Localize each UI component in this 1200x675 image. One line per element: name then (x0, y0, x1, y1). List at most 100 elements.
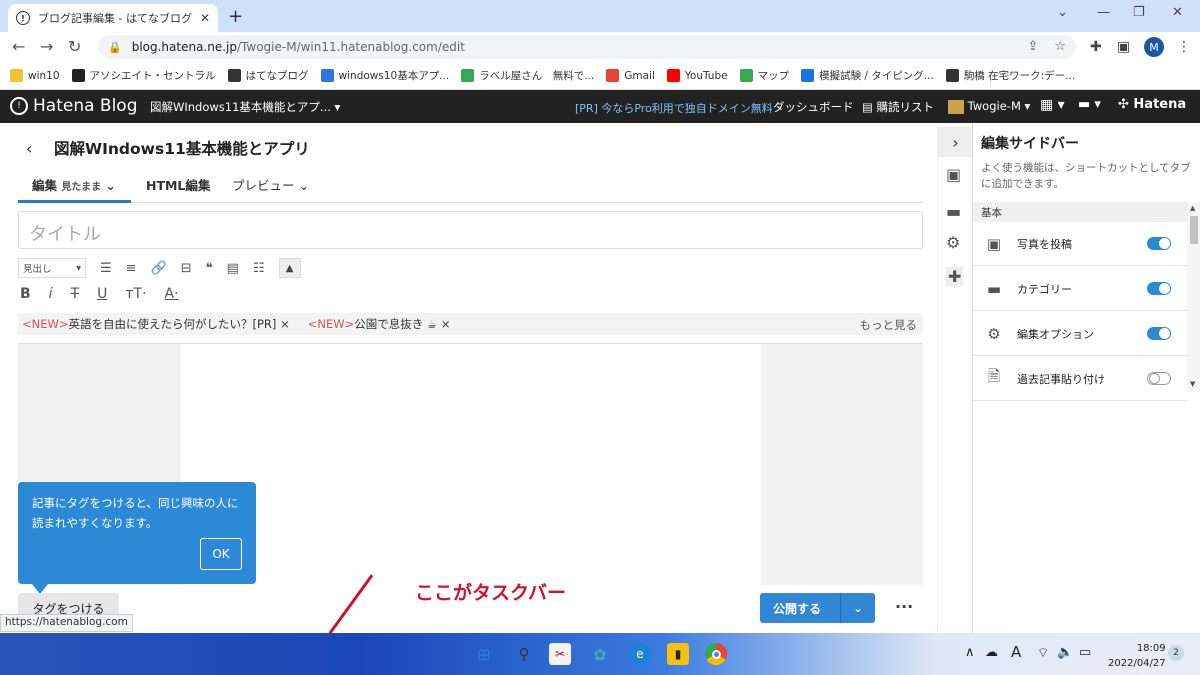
edit-options-toggle[interactable] (1147, 327, 1171, 340)
chrome-icon[interactable] (705, 643, 727, 665)
past-entries-toggle[interactable] (1147, 372, 1171, 385)
snipping-tool-icon[interactable]: ✂ (549, 643, 571, 665)
numbered-list-icon[interactable]: ≡ (126, 261, 137, 276)
back-chevron-icon[interactable]: ‹ (26, 139, 32, 158)
restore-button[interactable]: ❐ (1133, 5, 1145, 20)
link-icon[interactable]: 🔗 (151, 261, 167, 276)
side-panel-icon[interactable]: ▣ (1117, 39, 1130, 55)
tab-search-icon[interactable]: ⌄ (1057, 5, 1068, 20)
minimize-button[interactable]: — (1097, 5, 1110, 20)
heading-select[interactable]: 見出し ▾ (18, 258, 86, 278)
new-tab-button[interactable]: + (228, 6, 243, 27)
bookmark-item[interactable]: win10 (10, 69, 60, 82)
hatena-blog-logo[interactable]: ! Hatena Blog (10, 96, 138, 116)
tab-close-icon[interactable]: ✕ (200, 11, 210, 25)
horizontal-rule-icon[interactable]: ⊟ (181, 261, 192, 276)
folder-icon[interactable]: ▬ (946, 202, 961, 221)
tray-overflow-icon[interactable]: ∧ (965, 645, 975, 660)
gear-icon[interactable]: ⚙ (946, 233, 960, 252)
tab-preview[interactable]: プレビュー ⌄ (232, 175, 309, 194)
collapse-sidebar-chevron-icon[interactable]: › (938, 127, 973, 157)
strikethrough-icon[interactable]: T (71, 286, 80, 302)
bookmark-item[interactable]: YouTube (666, 69, 728, 82)
menu-icon[interactable]: ⋮ (1177, 39, 1191, 55)
bookmark-item[interactable]: ラベル屋さん 無料で... (461, 68, 594, 83)
ime-indicator[interactable]: A (1011, 643, 1021, 661)
notification-badge[interactable]: 2 (1168, 645, 1184, 661)
bookmark-item[interactable]: Gmail (606, 69, 655, 82)
bookmark-item[interactable]: はてなブログ (227, 68, 309, 83)
blog-selector[interactable]: 図解WIndows11基本機能とアプ... ▾ (150, 99, 340, 115)
font-size-icon[interactable]: тT· (125, 286, 146, 302)
forward-icon[interactable]: → (40, 37, 53, 56)
extensions-icon[interactable]: ✚ (1090, 39, 1102, 55)
scroll-down-icon: ▼ (1190, 380, 1196, 388)
paint-icon[interactable]: ✿ (589, 643, 611, 665)
battery-icon[interactable]: ▭ (1079, 645, 1091, 660)
volume-icon[interactable]: 🔈 (1057, 645, 1073, 660)
back-icon[interactable]: ← (12, 37, 25, 56)
sticky-notes-icon[interactable]: ▮ (667, 643, 689, 665)
photo-icon[interactable]: ▣ (946, 165, 961, 184)
cloud-icon[interactable]: ☁ (985, 645, 998, 660)
photo-toggle[interactable] (1147, 237, 1171, 250)
address-bar[interactable]: 🔒 blog.hatena.ne.jp/Twogie-M/win11.haten… (98, 35, 1076, 59)
bold-icon[interactable]: B (20, 286, 31, 302)
sidebar-item-edit-options[interactable]: ⚙ 編集オプション (973, 312, 1187, 356)
more-options-icon[interactable]: ··· (895, 597, 913, 616)
dashboard-link[interactable]: ダッシュボード (773, 99, 854, 115)
category-toggle[interactable] (1147, 282, 1171, 295)
reading-list-link[interactable]: ▤ 購読リスト (862, 99, 934, 115)
title-input[interactable]: タイトル (18, 211, 923, 249)
notification-icon[interactable]: ▬ ▾ (1078, 97, 1101, 112)
more-link[interactable]: もっと見る (860, 317, 918, 333)
bookmark-item[interactable]: アソシエイト・セントラル (71, 68, 216, 83)
editor-body[interactable] (181, 344, 761, 586)
publish-button[interactable]: 公開する ⌄ (760, 593, 875, 623)
bookmark-item[interactable]: 駒橋 在宅ワーク:デー... (945, 68, 1075, 83)
share-icon[interactable]: ⇪ (1027, 39, 1038, 54)
add-tab-icon[interactable]: ✚ (946, 267, 964, 286)
read-more-icon[interactable]: ☷ (253, 261, 265, 276)
hatena-header: ! Hatena Blog 図解WIndows11基本機能とアプ... ▾ [P… (0, 90, 1200, 123)
collapse-toolbar-button[interactable]: ▲ (278, 258, 301, 278)
tab-title: ブログ記事編集 - はてなブログ (38, 12, 192, 25)
table-icon[interactable]: ▤ (227, 261, 239, 276)
bookmark-item[interactable]: 模擬試験 / タイピング... (801, 68, 934, 83)
underline-icon[interactable]: U (97, 286, 107, 302)
bookmark-item[interactable]: windows10基本アプ... (320, 68, 449, 83)
apps-grid-icon[interactable]: ▦ ▾ (1040, 97, 1065, 113)
italic-icon[interactable]: i (49, 286, 53, 302)
text-color-icon[interactable]: A· (165, 286, 179, 302)
sidebar-item-category[interactable]: ▬ カテゴリー (973, 267, 1187, 311)
tab-wysiwyg[interactable]: 編集 見たまま ⌄ (18, 175, 131, 203)
bookmark-favicon-icon (801, 69, 815, 82)
bookmark-star-icon[interactable]: ☆ (1054, 39, 1066, 54)
sidebar-item-past-entries[interactable]: 🗎 過去記事貼り付け (973, 357, 1187, 401)
hatena-favicon-icon: ! (16, 11, 30, 25)
quote-icon[interactable]: ❝ (206, 261, 213, 276)
tooltip-ok-button[interactable]: OK (200, 538, 242, 570)
sidebar-scrollbar[interactable]: ▲ ▼ (1187, 202, 1200, 392)
user-menu[interactable]: Twogie-M ▾ (948, 99, 1030, 114)
bookmark-item[interactable]: マップ (739, 68, 789, 83)
wifi-icon[interactable]: ⌔ (1037, 645, 1049, 661)
publish-options-chevron-icon[interactable]: ⌄ (841, 602, 875, 615)
news-item[interactable]: <NEW>公園で息抜き ☕ × (308, 316, 451, 332)
bookmark-favicon-icon (10, 69, 23, 82)
close-window-button[interactable]: ✕ (1172, 5, 1183, 20)
bullet-list-icon[interactable]: ☰ (100, 261, 112, 276)
sidebar-item-photo[interactable]: ▣ 写真を投稿 (973, 222, 1187, 266)
pr-link[interactable]: [PR] 今ならPro利用で独自ドメイン無料 (575, 100, 773, 116)
search-icon[interactable]: ⚲ (513, 643, 535, 665)
hatena-brand-link[interactable]: ✣ Hatena (1118, 97, 1186, 112)
news-item[interactable]: <NEW>英語を自由に使えたら何がしたい？[PR] × (22, 316, 290, 332)
clock[interactable]: 18:09 2022/04/27 (1108, 641, 1166, 671)
windows-start-icon[interactable]: ⊞ (473, 643, 495, 665)
tab-html[interactable]: HTML編集 (146, 175, 210, 194)
bookmark-favicon-icon (945, 69, 959, 82)
edge-icon[interactable]: e (629, 643, 651, 665)
browser-tab[interactable]: ! ブログ記事編集 - はてなブログ ✕ (8, 4, 218, 32)
profile-avatar[interactable]: M (1144, 37, 1164, 57)
reload-icon[interactable]: ↻ (68, 37, 81, 56)
